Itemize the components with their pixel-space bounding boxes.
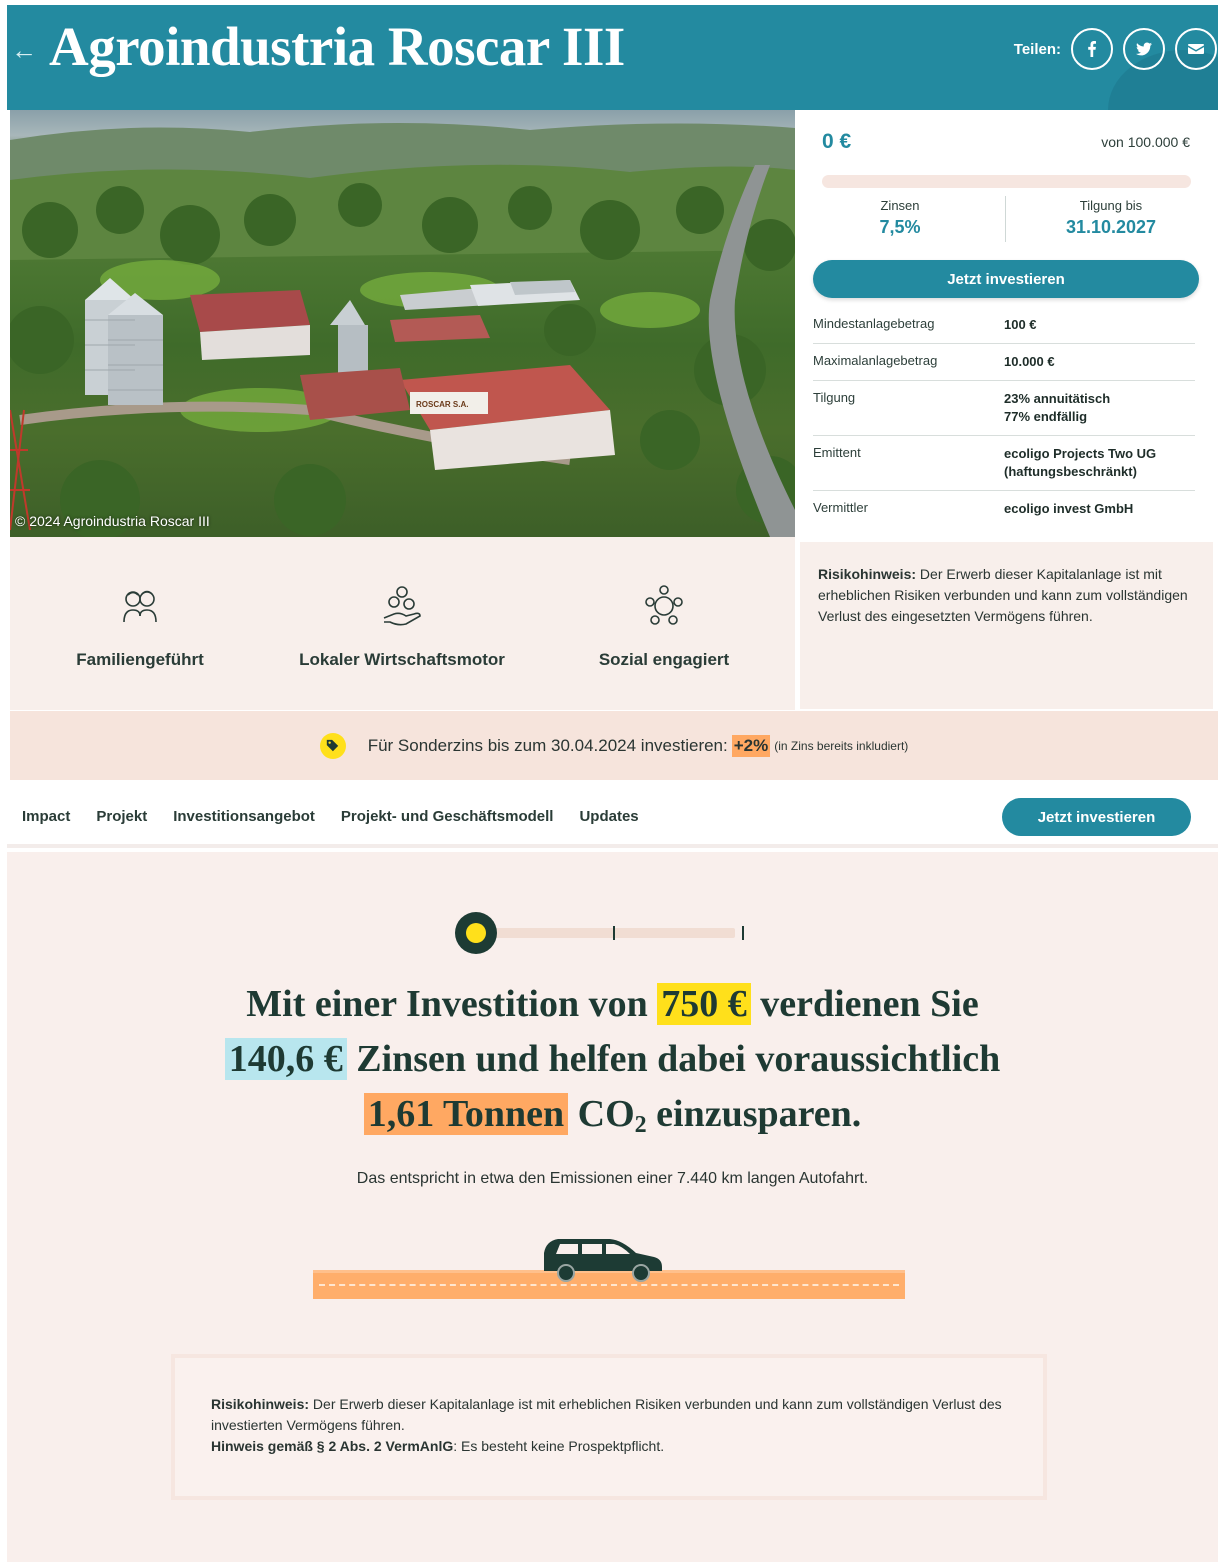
- promo-text: Für Sonderzins bis zum 30.04.2024 invest…: [367, 735, 728, 755]
- interest-label: Zinsen: [880, 198, 920, 213]
- aerial-view-illustration: ROSCAR S.A.: [10, 122, 795, 537]
- fact-row: Tilgung 23% annuitätisch 77% endfällig: [813, 381, 1195, 436]
- coins-hand-icon: [383, 586, 421, 626]
- fact-key: Mindestanlagebetrag: [813, 316, 935, 331]
- funding-goal: von 100.000 €: [1101, 134, 1190, 150]
- special-interest-banner: Für Sonderzins bis zum 30.04.2024 invest…: [10, 711, 1218, 780]
- fact-key: Vermittler: [813, 500, 868, 515]
- facts-table: Mindestanlagebetrag 100 € Maximalanlageb…: [813, 307, 1195, 527]
- feature-family: Familiengeführt: [20, 582, 260, 672]
- nav-investitionsangebot[interactable]: Investitionsangebot: [173, 808, 315, 825]
- feature-economy: Lokaler Wirtschaftsmotor: [282, 582, 522, 672]
- promo-note: (in Zins bereits inkludiert): [774, 738, 909, 753]
- repayment-kpi: Tilgung bis 31.10.2027: [1016, 198, 1206, 238]
- fact-value: 23% annuitätisch 77% endfällig: [1004, 391, 1111, 424]
- car-icon: [544, 1239, 662, 1282]
- twitter-icon: [1136, 42, 1152, 56]
- risk-text: Der Erwerb dieser Kapitalanlage ist mit …: [211, 1396, 1002, 1433]
- impact-section: Mit einer Investition von 750 € verdiene…: [7, 852, 1218, 1562]
- headline-part: verdienen Sie: [760, 983, 979, 1025]
- fact-row: Emittent ecoligo Projects Two UG (haftun…: [813, 436, 1195, 491]
- page-title: Agroindustria Roscar III: [49, 16, 625, 77]
- risk-label: Risikohinweis:: [211, 1396, 310, 1412]
- feature-social: Sozial engagiert: [544, 582, 784, 672]
- feature-label: Familiengeführt: [76, 650, 204, 669]
- mail-icon: [1188, 44, 1204, 54]
- share-facebook-button[interactable]: [1071, 28, 1113, 70]
- fact-key: Emittent: [813, 445, 861, 460]
- slider-tick: [613, 926, 615, 940]
- factory-sign: ROSCAR S.A.: [416, 400, 468, 409]
- fact-key: Maximalanlagebetrag: [813, 353, 938, 368]
- project-photo: ROSCAR S.A. © 2024 Agroindustria Roscar …: [10, 110, 795, 537]
- feature-label: Lokaler Wirtschaftsmotor: [299, 650, 505, 669]
- co2-label: CO: [577, 1093, 635, 1135]
- promo-bonus: +2%: [731, 734, 771, 757]
- tag-icon: [319, 732, 346, 759]
- nav-invest-button[interactable]: Jetzt investieren: [1002, 798, 1191, 836]
- kpi-divider: [1005, 196, 1006, 242]
- feature-label: Sozial engagiert: [598, 650, 730, 669]
- community-icon: [645, 585, 683, 625]
- headline-part: Zinsen und helfen dabei voraussichtlich: [356, 1038, 1001, 1080]
- slider-track[interactable]: [485, 928, 735, 938]
- share-twitter-button[interactable]: [1123, 28, 1165, 70]
- project-features: Familiengeführt Lokaler Wirtschaftsmotor…: [10, 537, 795, 710]
- fact-value: 10.000 €: [1004, 354, 1055, 369]
- nav-impact[interactable]: Impact: [22, 808, 70, 825]
- fact-value: 100 €: [1004, 317, 1037, 332]
- slider-handle[interactable]: [455, 912, 497, 954]
- fact-row: Mindestanlagebetrag 100 €: [813, 307, 1195, 344]
- investment-panel: 0 € von 100.000 € Zinsen 7,5% Tilgung bi…: [795, 110, 1218, 537]
- photo-credit: © 2024 Agroindustria Roscar III: [15, 513, 210, 529]
- prospectus-text: : Es besteht keine Prospektpflicht.: [453, 1438, 665, 1454]
- risk-label: Risikohinweis:: [818, 566, 917, 582]
- family-icon: [123, 590, 157, 623]
- interest-value: 7,5%: [879, 217, 921, 237]
- fact-value: ecoligo invest GmbH: [1004, 501, 1134, 516]
- section-nav: Impact Projekt Investitionsangebot Proje…: [7, 780, 1218, 848]
- investment-slider[interactable]: [455, 912, 745, 956]
- share-label: Teilen:: [1013, 41, 1061, 58]
- nav-links: Impact Projekt Investitionsangebot Proje…: [22, 808, 639, 825]
- slider-tick: [742, 926, 744, 940]
- funding-progress-bar: [822, 175, 1191, 188]
- fact-key: Tilgung: [813, 390, 856, 405]
- interest-kpi: Zinsen 7,5%: [805, 198, 995, 238]
- co2-subscript: 2: [634, 1112, 647, 1138]
- impact-headline: Mit einer Investition von 750 € verdiene…: [7, 977, 1218, 1153]
- back-arrow-icon[interactable]: ←: [11, 35, 37, 66]
- raised-amount: 0 €: [822, 130, 852, 153]
- risk-disclaimer: Risikohinweis: Der Erwerb dieser Kapital…: [171, 1354, 1047, 1500]
- nav-projekt[interactable]: Projekt: [96, 808, 147, 825]
- fact-row: Maximalanlagebetrag 10.000 €: [813, 344, 1195, 381]
- fact-row: Vermittler ecoligo invest GmbH: [813, 491, 1195, 527]
- prospectus-label: Hinweis gemäß § 2 Abs. 2 VermAnlG: [211, 1438, 454, 1454]
- repayment-label: Tilgung bis: [1079, 198, 1143, 213]
- investment-amount: 750 €: [657, 983, 751, 1025]
- headline-part: Mit einer Investition von: [246, 983, 648, 1025]
- invest-now-button[interactable]: Jetzt investieren: [813, 260, 1199, 298]
- share-mail-button[interactable]: [1175, 28, 1217, 70]
- headline-part: einzusparen.: [656, 1093, 862, 1135]
- nav-updates[interactable]: Updates: [579, 808, 638, 825]
- facebook-icon: [1088, 41, 1096, 57]
- project-header: ← Agroindustria Roscar III Teilen:: [7, 5, 1218, 110]
- interest-amount: 140,6 €: [224, 1038, 347, 1080]
- risk-notice-panel: Risikohinweis: Der Erwerb dieser Kapital…: [799, 541, 1214, 710]
- nav-geschaeftsmodell[interactable]: Projekt- und Geschäftsmodell: [341, 808, 554, 825]
- emission-equivalent: Das entspricht in etwa den Emissionen ei…: [356, 1170, 869, 1187]
- repayment-value: 31.10.2027: [1065, 217, 1157, 237]
- fact-value: ecoligo Projects Two UG (haftungsbeschrä…: [1004, 446, 1157, 479]
- co2-amount: 1,61 Tonnen: [363, 1093, 569, 1135]
